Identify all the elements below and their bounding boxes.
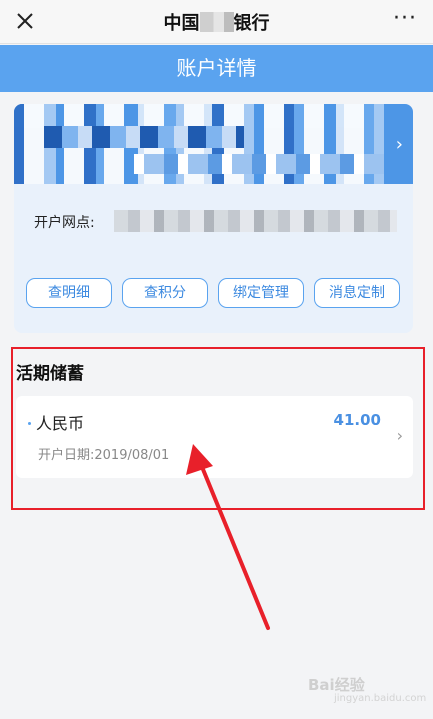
watermark-logo: Bai经验 jingyan.baidu.com (308, 674, 426, 704)
open-date: 开户日期:2019/08/01 (38, 448, 170, 463)
masked-account-info-2 (44, 126, 244, 148)
branch-label: 开户网点: (34, 215, 95, 231)
title-right: 银行 (233, 13, 270, 34)
watermark-text: Bai经验 (308, 676, 365, 694)
view-details-button[interactable]: 查明细 (26, 278, 112, 308)
balance-amount: 41.00 (333, 411, 381, 429)
deposit-item[interactable]: 人民币 41.00 开户日期:2019/08/01 › (16, 396, 413, 478)
view-points-button[interactable]: 查积分 (122, 278, 208, 308)
account-banner[interactable]: › (14, 104, 413, 184)
section-title: 活期储蓄 (16, 364, 84, 384)
message-settings-button[interactable]: 消息定制 (314, 278, 400, 308)
page-title: 账户详情 (0, 45, 433, 92)
watermark-sub: jingyan.baidu.com (334, 693, 427, 704)
masked-account-info-3 (134, 154, 384, 174)
window-title: 中国 银行 (0, 9, 433, 35)
bullet-dot (28, 422, 31, 425)
masked-branch-value (114, 210, 397, 232)
title-left: 中国 (163, 13, 200, 34)
more-icon[interactable]: ··· (393, 6, 417, 31)
account-card: › 开户网点: 查明细 查积分 绑定管理 消息定制 (14, 104, 413, 333)
title-mask (199, 12, 234, 32)
top-bar: 中国 银行 ··· (0, 0, 433, 44)
chevron-right-icon[interactable]: › (397, 426, 403, 445)
account-actions: 查明细 查积分 绑定管理 消息定制 (26, 278, 402, 308)
currency-label: 人民币 (36, 414, 85, 433)
binding-management-button[interactable]: 绑定管理 (218, 278, 304, 308)
chevron-right-icon[interactable]: › (396, 134, 403, 155)
